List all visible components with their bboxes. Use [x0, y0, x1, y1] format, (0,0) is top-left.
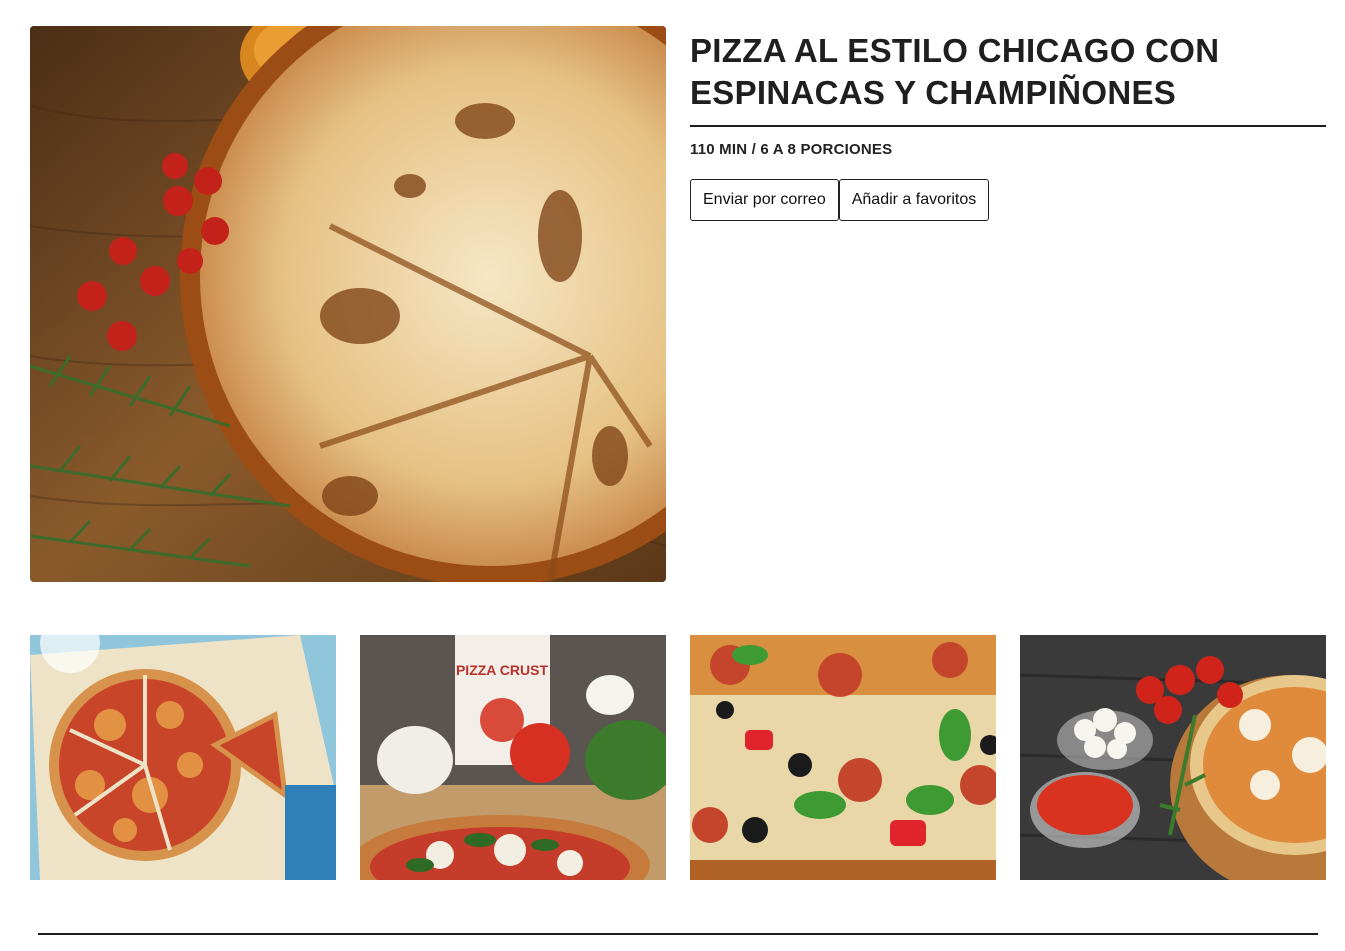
recipe-title: PIZZA AL ESTILO CHICAGO CON ESPINACAS Y …: [690, 32, 1220, 111]
recipe-meta: 110 MIN / 6 A 8 PORCIONES: [690, 141, 893, 158]
footer-divider: [38, 933, 1318, 935]
gallery-thumb-3[interactable]: [690, 635, 996, 880]
email-button[interactable]: Enviar por correo: [690, 179, 839, 221]
recipe-actions: Enviar por correo Añadir a favoritos: [690, 179, 1326, 221]
recipe-info: PIZZA AL ESTILO CHICAGO CON ESPINACAS Y …: [690, 30, 1326, 221]
gallery-thumb-2[interactable]: PIZZA CRUST: [360, 635, 666, 880]
image-gallery: PIZZA CRUST: [30, 635, 1326, 880]
gallery-thumb-1[interactable]: [30, 635, 336, 880]
title-divider: [690, 125, 1326, 127]
add-favorite-button[interactable]: Añadir a favoritos: [838, 179, 990, 221]
thumb-package-label: PIZZA CRUST: [456, 662, 548, 678]
hero-image: [30, 26, 666, 582]
gallery-thumb-4[interactable]: [1020, 635, 1326, 880]
